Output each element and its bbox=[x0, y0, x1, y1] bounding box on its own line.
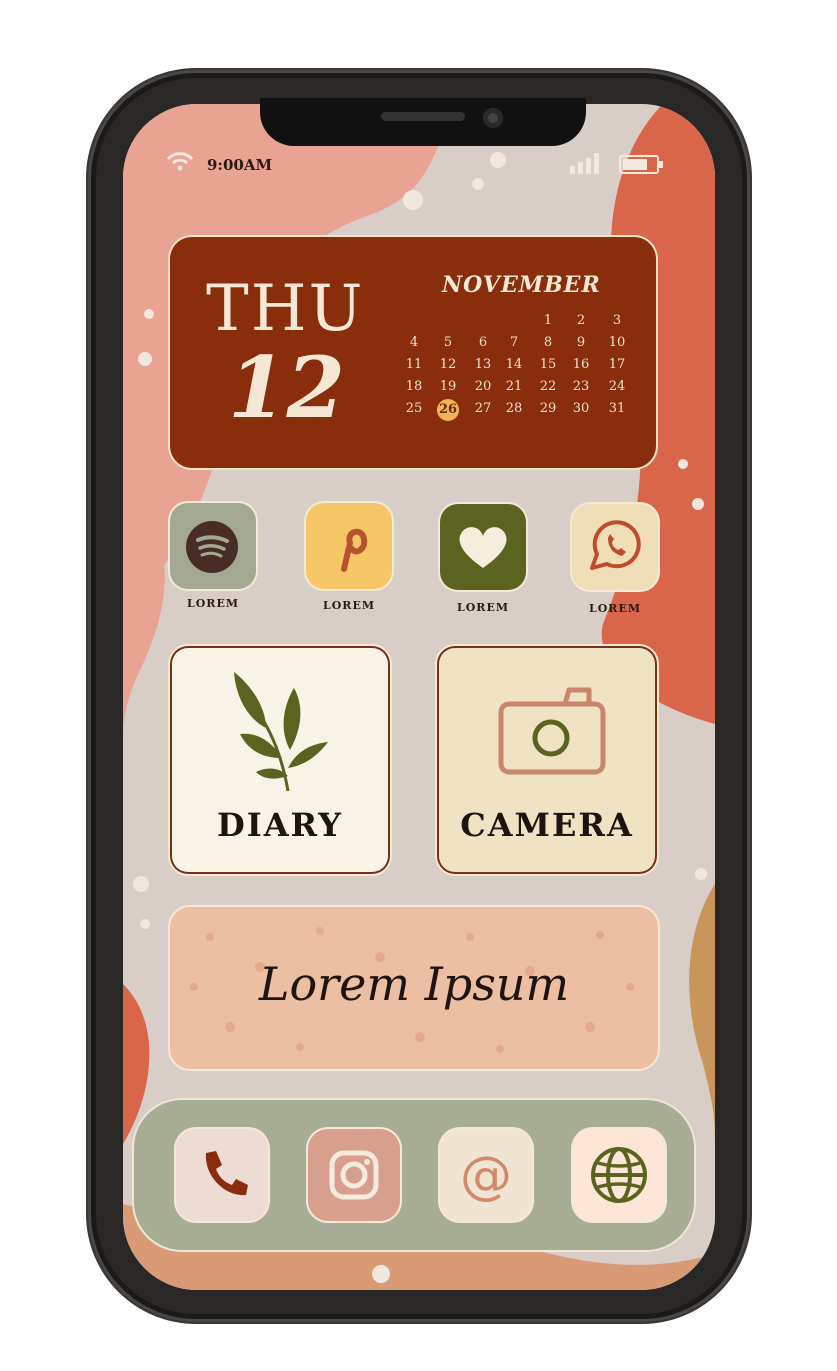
spotify-app-button[interactable] bbox=[170, 503, 256, 589]
front-camera bbox=[483, 108, 503, 128]
status-time: 9:00AM bbox=[207, 156, 273, 174]
calendar-day[interactable]: 19 bbox=[433, 377, 463, 397]
pinterest-app-button[interactable] bbox=[306, 503, 392, 589]
app-label-heart: LOREM bbox=[456, 601, 510, 614]
calendar-day[interactable]: 30 bbox=[566, 399, 596, 419]
lorem-text: Lorem Ipsum bbox=[258, 957, 570, 1011]
calendar-day[interactable]: 4 bbox=[399, 333, 429, 353]
calendar-day[interactable]: 13 bbox=[468, 355, 498, 375]
phone-icon bbox=[205, 1151, 248, 1196]
leaf-icon bbox=[234, 672, 328, 792]
phone-app-button[interactable] bbox=[176, 1129, 268, 1221]
calendar-day[interactable]: 22 bbox=[533, 377, 563, 397]
whatsapp-app-button[interactable] bbox=[572, 504, 658, 590]
speaker-grille bbox=[381, 112, 465, 121]
battery-icon bbox=[619, 155, 663, 174]
heart-icon bbox=[459, 527, 507, 568]
app-label-pinterest: LOREM bbox=[322, 599, 376, 612]
app-label-whatsapp: LOREM bbox=[588, 602, 642, 615]
calendar-day[interactable]: 3 bbox=[602, 311, 632, 331]
calendar-day[interactable]: 24 bbox=[602, 377, 632, 397]
instagram-app-button[interactable] bbox=[308, 1129, 400, 1221]
calendar-day[interactable]: 7 bbox=[499, 333, 529, 353]
calendar-day[interactable]: 28 bbox=[499, 399, 529, 419]
pinterest-icon bbox=[341, 528, 368, 572]
at-sign-icon: @ bbox=[460, 1146, 512, 1206]
spotify-icon bbox=[186, 521, 238, 573]
calendar-day[interactable]: 20 bbox=[468, 377, 498, 397]
globe-icon bbox=[591, 1147, 647, 1203]
calendar-day[interactable]: 11 bbox=[399, 355, 429, 375]
calendar-day[interactable]: 23 bbox=[566, 377, 596, 397]
calendar-day[interactable]: 21 bbox=[499, 377, 529, 397]
calendar-day[interactable]: 17 bbox=[602, 355, 632, 375]
calendar-day[interactable]: 14 bbox=[499, 355, 529, 375]
month-label: NOVEMBER bbox=[442, 272, 601, 298]
calendar-day[interactable]: 25 bbox=[399, 399, 429, 419]
calendar-day[interactable]: 6 bbox=[468, 333, 498, 353]
camera-icon bbox=[498, 687, 606, 775]
camera-label: CAMERA bbox=[460, 806, 634, 844]
calendar-day[interactable]: 2 bbox=[566, 311, 596, 331]
calendar-day[interactable]: 27 bbox=[468, 399, 498, 419]
svg-text:@: @ bbox=[460, 1146, 512, 1206]
notch bbox=[260, 98, 586, 146]
day-name: THU bbox=[206, 272, 365, 346]
calendar-day[interactable]: 18 bbox=[399, 377, 429, 397]
browser-app-button[interactable] bbox=[573, 1129, 665, 1221]
day-number: 12 bbox=[228, 338, 345, 437]
email-app-button[interactable]: @ bbox=[440, 1129, 532, 1221]
wifi-icon bbox=[166, 152, 194, 171]
whatsapp-icon bbox=[590, 520, 641, 570]
calendar-day[interactable]: 12 bbox=[433, 355, 463, 375]
app-label-spotify: LOREM bbox=[186, 597, 240, 610]
diary-label: DIARY bbox=[217, 806, 343, 844]
calendar-day[interactable]: 31 bbox=[602, 399, 632, 419]
calendar-day[interactable]: 9 bbox=[566, 333, 596, 353]
calendar-day[interactable]: 15 bbox=[533, 355, 563, 375]
heart-app-button[interactable] bbox=[440, 504, 526, 590]
calendar-day[interactable]: 5 bbox=[433, 333, 463, 353]
calendar-day[interactable]: 10 bbox=[602, 333, 632, 353]
calendar-day[interactable]: 29 bbox=[533, 399, 563, 419]
calendar-day[interactable]: 16 bbox=[566, 355, 596, 375]
calendar-day[interactable]: 8 bbox=[533, 333, 563, 353]
calendar-day[interactable]: 26 bbox=[437, 399, 459, 421]
calendar-day[interactable]: 1 bbox=[533, 311, 563, 331]
instagram-icon bbox=[329, 1150, 379, 1200]
signal-bars-icon bbox=[570, 153, 599, 174]
